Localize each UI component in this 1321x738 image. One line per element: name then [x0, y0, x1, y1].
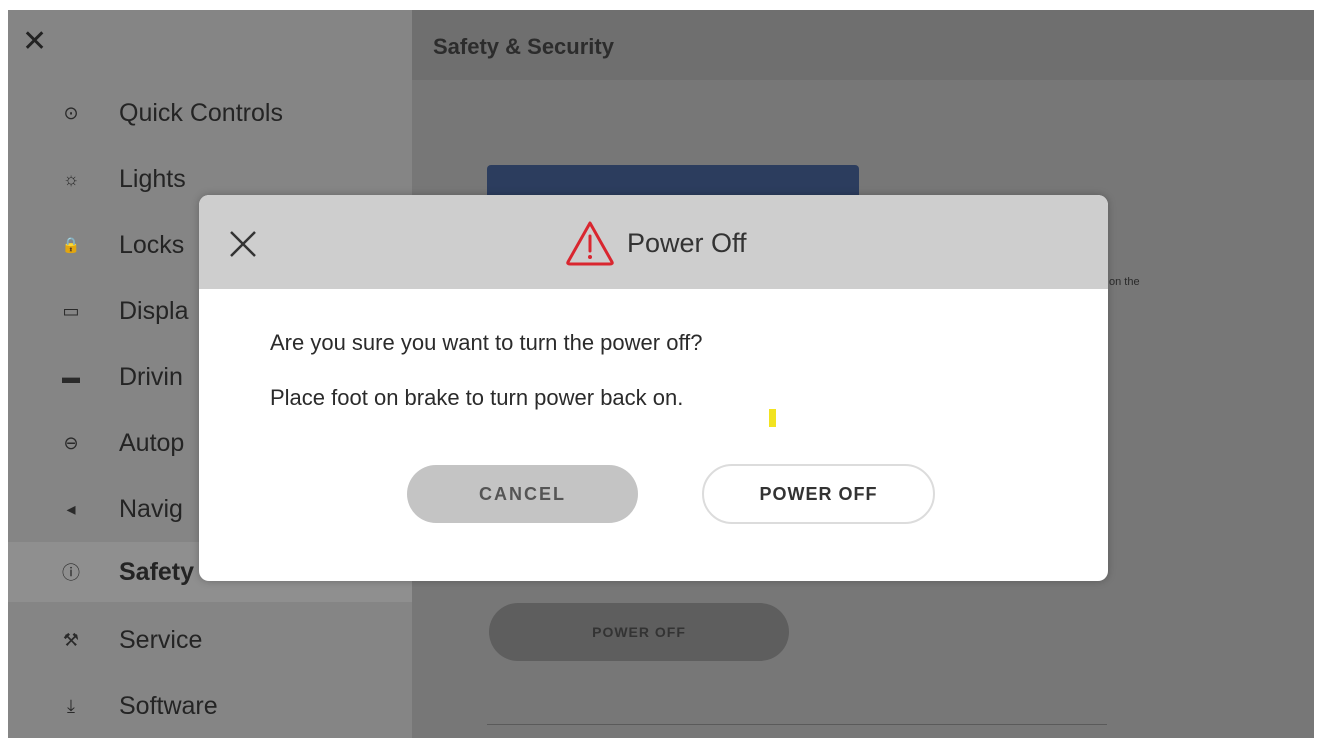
sidebar-item-label: Autop: [119, 428, 185, 457]
steering-wheel-icon: ⊖: [63, 432, 79, 453]
sidebar-item-label: Displa: [119, 296, 189, 325]
dialog-hint: Place foot on brake to turn power back o…: [270, 385, 684, 410]
sidebar-item-label: Quick Controls: [119, 98, 283, 127]
toggle-icon: ⊙: [63, 102, 79, 123]
close-icon[interactable]: [227, 228, 259, 260]
warning-icon: [566, 221, 614, 266]
display-icon: ▭: [62, 300, 80, 321]
close-icon[interactable]: ✕: [22, 27, 50, 57]
main-header: Safety & Security: [412, 10, 1314, 80]
sidebar-item-label: Navig: [119, 494, 183, 523]
light-bulb-icon: ☼: [62, 168, 80, 189]
sidebar-item-quick-controls[interactable]: ⊙ Quick Controls: [8, 83, 412, 143]
sidebar-item-label: Safety: [119, 557, 195, 586]
navigation-arrow-icon: ◂: [66, 498, 76, 519]
info-circle-icon: ⓘ: [62, 563, 80, 583]
page-title: Safety & Security: [433, 34, 614, 59]
sidebar-item-label: Locks: [119, 230, 185, 259]
lock-icon: 🔒: [61, 237, 81, 254]
sidebar-item-service[interactable]: ⚒ Service: [8, 610, 412, 670]
download-icon: ⤓: [67, 695, 75, 716]
dialog-title: Power Off: [627, 227, 747, 258]
car-icon: ▬: [62, 366, 80, 387]
sidebar-item-label: Service: [119, 625, 203, 654]
power-off-dialog: Power Off Are you sure you want to turn …: [199, 195, 1108, 581]
divider: [487, 724, 1107, 725]
sidebar-item-software[interactable]: ⤓ Software: [8, 676, 412, 736]
power-off-button[interactable]: POWER OFF: [489, 603, 789, 661]
sidebar-item-label: Lights: [119, 164, 186, 193]
sidebar-item-label: Drivin: [119, 362, 183, 391]
cancel-button[interactable]: CANCEL: [407, 465, 638, 523]
text-cursor: [769, 409, 776, 427]
background-note: on the: [1109, 276, 1140, 288]
sidebar-item-label: Software: [119, 691, 218, 720]
dialog-title-group: Power Off: [565, 219, 747, 267]
wrench-icon: ⚒: [62, 629, 80, 650]
confirm-power-off-button[interactable]: POWER OFF: [702, 464, 935, 524]
dialog-message: Are you sure you want to turn the power …: [270, 330, 703, 355]
dialog-header: Power Off: [199, 195, 1108, 289]
